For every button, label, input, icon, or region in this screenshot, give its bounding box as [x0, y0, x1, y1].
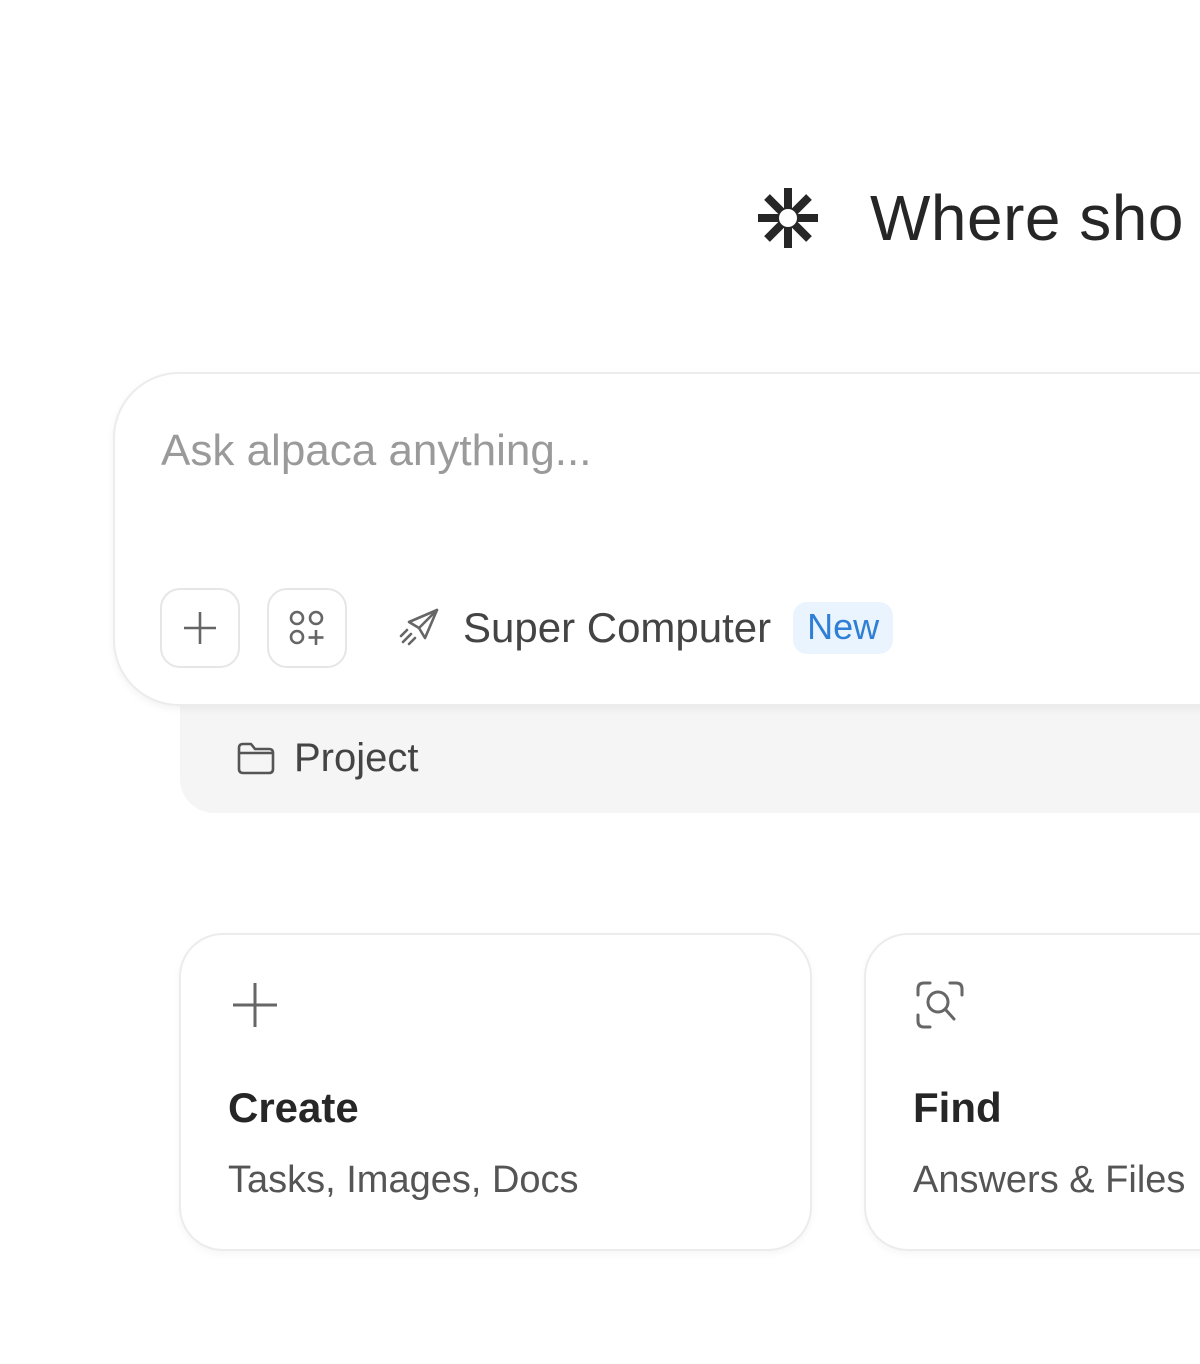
- super-computer-mode[interactable]: Super Computer New: [397, 600, 894, 656]
- card-subtitle: Tasks, Images, Docs: [228, 1159, 579, 1201]
- mode-label: Super Computer: [463, 604, 772, 651]
- search-scan-icon: [916, 981, 964, 1029]
- project-button[interactable]: Project: [236, 738, 419, 778]
- hero-heading: Where sho: [752, 182, 1184, 254]
- card-title: Create: [228, 1084, 359, 1131]
- plus-icon: [184, 612, 216, 644]
- add-attachment-button[interactable]: [160, 588, 240, 668]
- folder-icon: [237, 742, 275, 775]
- composer: Super Computer New: [113, 372, 1200, 706]
- new-badge: New: [793, 602, 894, 654]
- apps-button[interactable]: [267, 588, 347, 668]
- card-subtitle: Answers & Files: [913, 1159, 1186, 1201]
- project-label: Project: [294, 736, 419, 780]
- app-page: Where sho Project Ask alpaca anything...…: [0, 0, 1200, 1364]
- card-title: Find: [913, 1084, 1002, 1131]
- plus-icon: [233, 983, 277, 1027]
- create-card[interactable]: Create Tasks, Images, Docs: [179, 933, 812, 1251]
- page-title: Where sho: [870, 182, 1184, 254]
- find-card[interactable]: Find Answers & Files: [864, 933, 1200, 1251]
- ask-input[interactable]: [161, 416, 1161, 486]
- paper-plane-icon: [399, 608, 439, 646]
- asterisk-burst-icon: [758, 188, 818, 248]
- apps-grid-plus-icon: [289, 610, 324, 645]
